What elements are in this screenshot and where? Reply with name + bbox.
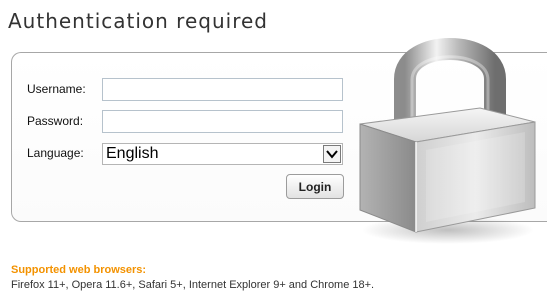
language-selected-value: English (106, 145, 159, 162)
password-label: Password: (27, 114, 84, 128)
language-select[interactable]: English (102, 143, 343, 165)
supported-browsers-list: Firefox 11+, Opera 11.6+, Safari 5+, Int… (11, 279, 375, 291)
language-label: Language: (27, 146, 84, 160)
supported-browsers-heading: Supported web browsers: (11, 264, 147, 276)
page-title: Authentication required (8, 9, 268, 33)
chevron-down-icon[interactable] (323, 145, 341, 163)
username-label: Username: (27, 82, 86, 96)
login-button[interactable]: Login (286, 174, 344, 199)
username-field[interactable] (102, 78, 343, 101)
password-field[interactable] (102, 110, 343, 133)
padlock-icon (359, 38, 536, 244)
